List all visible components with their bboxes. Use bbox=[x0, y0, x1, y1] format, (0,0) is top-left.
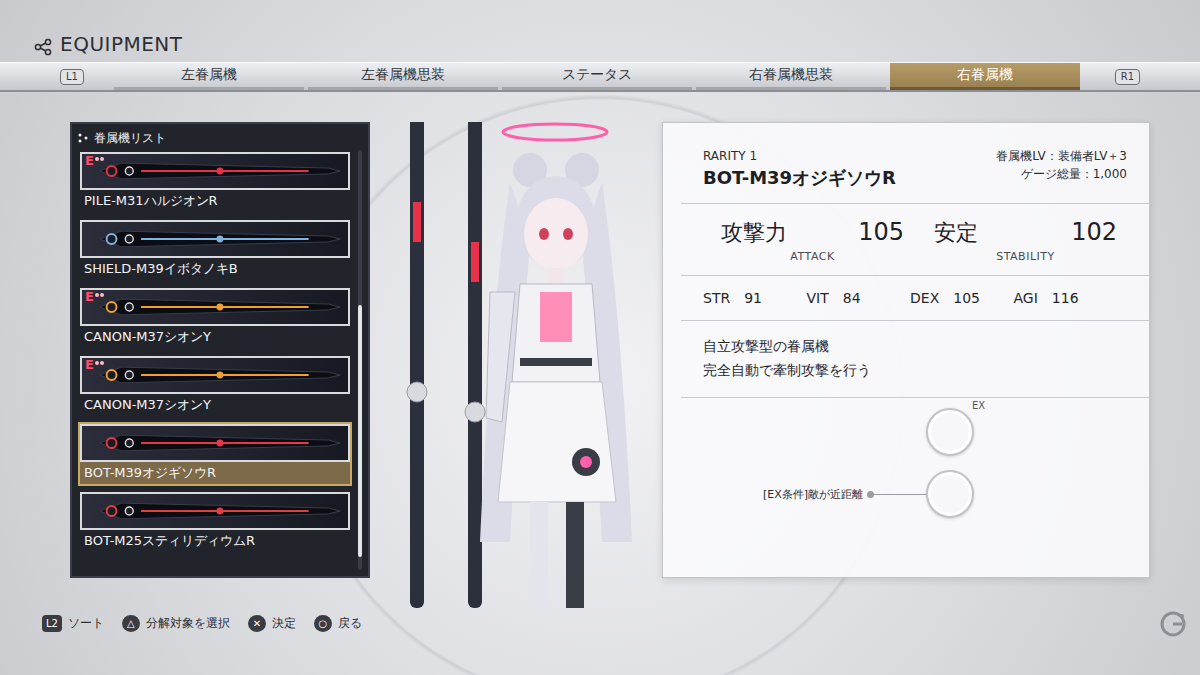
hint-label: 分解対象を選択 bbox=[146, 615, 230, 632]
list-title: 眷属機リスト bbox=[94, 130, 166, 147]
description: 自立攻撃型の眷属機完全自動で牽制攻撃を行う bbox=[703, 321, 1127, 397]
list-header: 眷属機リスト bbox=[78, 128, 362, 148]
item-name: BOT-M25スティリディウムR bbox=[80, 530, 350, 552]
detail-top: RARITY 1 BOT-M39オジギソウR 眷属機LV：装備者LV＋3 ゲージ総量：… bbox=[703, 149, 1127, 189]
main-stat-sub: ATTACK bbox=[721, 250, 904, 263]
stat: AGI116 bbox=[1014, 290, 1118, 306]
list-item[interactable]: BOT-M25スティリディウムR bbox=[78, 490, 352, 554]
button-hint[interactable]: △ 分解対象を選択 bbox=[122, 615, 230, 632]
stat: DEX105 bbox=[910, 290, 1014, 306]
connector-line bbox=[874, 494, 926, 495]
ex-label: EX bbox=[972, 400, 985, 411]
screen-title: EQUIPMENT bbox=[60, 32, 183, 56]
button-key: L2 bbox=[42, 615, 62, 632]
main-stat: 安定 102 STABILITY bbox=[934, 218, 1117, 263]
weapon-thumbnail-icon bbox=[82, 154, 348, 188]
divider bbox=[681, 397, 1149, 398]
main-stat-value: 105 bbox=[858, 218, 904, 246]
list-item[interactable]: E CANON-M37シオンY bbox=[78, 286, 352, 350]
main-stat-sub: STABILITY bbox=[934, 250, 1117, 263]
detail-name: BOT-M39オジギソウR bbox=[703, 167, 896, 189]
item-name: CANON-M37シオンY bbox=[80, 394, 350, 416]
item-thumbnail: E bbox=[80, 288, 350, 326]
divider bbox=[681, 275, 1149, 276]
equipped-badge: E bbox=[85, 357, 104, 372]
main-stat-label: 攻撃力 bbox=[721, 218, 787, 248]
button-key: ○ bbox=[314, 615, 332, 632]
main-stat-value: 102 bbox=[1071, 218, 1117, 246]
ex-condition: [EX条件]敵が近距離 bbox=[763, 487, 863, 502]
equipped-badge: E bbox=[85, 153, 104, 168]
prev-tab-key[interactable]: L1 bbox=[60, 69, 84, 85]
item-list-panel: 眷属機リスト E PILE-M31ハルジオンR SHIELD-M39イボタノキB E CA… bbox=[70, 122, 370, 578]
button-hint[interactable]: ○ 戻る bbox=[314, 615, 362, 632]
main-stats: 攻撃力 105 ATTACK 安定 102 STABILITY bbox=[703, 204, 1127, 275]
button-key: ✕ bbox=[248, 615, 266, 632]
gauge-total: ゲージ総量：1,000 bbox=[1021, 167, 1127, 182]
main-stat: 攻撃力 105 ATTACK bbox=[721, 218, 904, 263]
character-render bbox=[370, 122, 662, 608]
scrollbar-thumb[interactable] bbox=[358, 305, 362, 557]
character-view bbox=[370, 122, 662, 608]
item-thumbnail: E bbox=[80, 152, 350, 190]
dots-icon bbox=[78, 133, 88, 143]
divider bbox=[681, 203, 1149, 204]
stats-row: STR91VIT84DEX105AGI116 bbox=[703, 276, 1127, 320]
item-thumbnail bbox=[80, 492, 350, 530]
weapon-thumbnail-icon bbox=[82, 426, 348, 460]
share-nodes-icon bbox=[34, 38, 52, 56]
tab[interactable]: 右眷属機 bbox=[890, 63, 1080, 90]
button-hints: L2 ソート △ 分解対象を選択 ✕ 決定 ○ 戻る bbox=[0, 578, 1200, 675]
item-thumbnail bbox=[80, 424, 350, 462]
list-item[interactable]: E CANON-M37シオンY bbox=[78, 354, 352, 418]
item-thumbnail bbox=[80, 220, 350, 258]
equipment-screen: EQUIPMENT L1 左眷属機左眷属機思装ステータス右眷属機思装右眷属機 R1 眷属… bbox=[0, 0, 1200, 675]
item-name: CANON-M37シオンY bbox=[80, 326, 350, 348]
list-body: E PILE-M31ハルジオンR SHIELD-M39イボタノキB E CANON-M3… bbox=[78, 150, 362, 570]
item-thumbnail: E bbox=[80, 356, 350, 394]
item-name: BOT-M39オジギソウR bbox=[80, 462, 350, 484]
tab[interactable]: 左眷属機 bbox=[114, 63, 304, 90]
next-tab-key[interactable]: R1 bbox=[1115, 69, 1140, 85]
hint-label: 決定 bbox=[272, 615, 296, 632]
tab-bar: L1 左眷属機左眷属機思装ステータス右眷属機思装右眷属機 R1 bbox=[0, 62, 1200, 92]
list-item[interactable]: SHIELD-M39イボタノキB bbox=[78, 218, 352, 282]
watermark-logo-icon bbox=[1160, 611, 1186, 637]
ex-slots: EX [EX条件]敵が近距離 bbox=[703, 398, 1127, 518]
stat: STR91 bbox=[703, 290, 807, 306]
tab[interactable]: 右眷属機思装 bbox=[696, 63, 886, 90]
weapon-thumbnail-icon bbox=[82, 222, 348, 256]
item-name: SHIELD-M39イボタノキB bbox=[80, 258, 350, 280]
scrollbar[interactable] bbox=[358, 150, 362, 570]
main-area: 眷属機リスト E PILE-M31ハルジオンR SHIELD-M39イボタノキB E CA… bbox=[0, 92, 1200, 578]
stat: VIT84 bbox=[807, 290, 911, 306]
weapon-thumbnail-icon bbox=[82, 494, 348, 528]
hint-label: ソート bbox=[68, 615, 104, 632]
description-line: 自立攻撃型の眷属機 bbox=[703, 337, 1127, 355]
ex-slot[interactable] bbox=[926, 408, 974, 456]
button-key: △ bbox=[122, 615, 140, 632]
weapon-thumbnail-icon bbox=[82, 358, 348, 392]
list-item[interactable]: BOT-M39オジギソウR bbox=[78, 422, 352, 486]
slot[interactable] bbox=[926, 470, 974, 518]
main-stat-label: 安定 bbox=[934, 218, 978, 248]
hint-label: 戻る bbox=[338, 615, 362, 632]
weapon-thumbnail-icon bbox=[82, 290, 348, 324]
item-name: PILE-M31ハルジオンR bbox=[80, 190, 350, 212]
tabs: 左眷属機左眷属機思装ステータス右眷属機思装右眷属機 bbox=[114, 63, 1080, 90]
button-hint[interactable]: ✕ 決定 bbox=[248, 615, 296, 632]
header: EQUIPMENT bbox=[0, 0, 1200, 62]
description-line: 完全自動で牽制攻撃を行う bbox=[703, 361, 1127, 379]
level-rule: 眷属機LV：装備者LV＋3 bbox=[996, 149, 1127, 164]
divider bbox=[681, 320, 1149, 321]
detail-panel: RARITY 1 BOT-M39オジギソウR 眷属機LV：装備者LV＋3 ゲージ総量：… bbox=[662, 122, 1150, 578]
list-item[interactable]: E PILE-M31ハルジオンR bbox=[78, 150, 352, 214]
button-hint[interactable]: L2 ソート bbox=[42, 615, 104, 632]
tab[interactable]: ステータス bbox=[502, 63, 692, 90]
rarity: RARITY 1 bbox=[703, 149, 896, 164]
equipped-badge: E bbox=[85, 289, 104, 304]
tab[interactable]: 左眷属機思装 bbox=[308, 63, 498, 90]
connector-dot bbox=[867, 491, 874, 498]
list-items: E PILE-M31ハルジオンR SHIELD-M39イボタノキB E CANON-M3… bbox=[78, 150, 352, 570]
